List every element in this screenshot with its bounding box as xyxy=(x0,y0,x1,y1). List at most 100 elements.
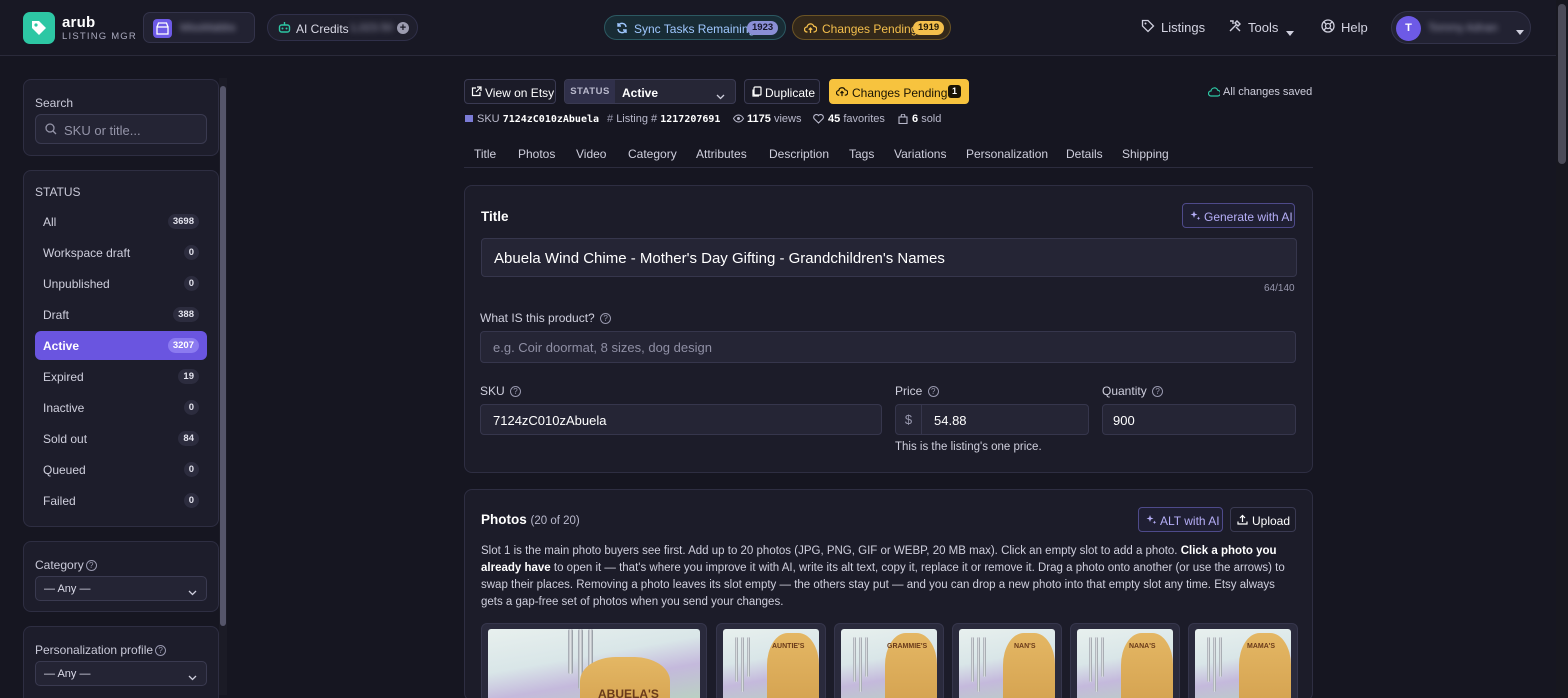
alt-with-ai-button[interactable]: ALT with AI xyxy=(1138,507,1223,532)
status-filter-card: STATUS All 3698 Workspace draft 0 Unpublis… xyxy=(23,170,219,527)
changes-pending-count: 1919 xyxy=(913,21,945,35)
search-card: Search xyxy=(23,79,219,156)
tab-video[interactable]: Video xyxy=(576,147,606,161)
photo-slot-2[interactable]: AUNTIE'S xyxy=(716,623,826,698)
tab-category[interactable]: Category xyxy=(628,147,677,161)
photo-slot-6[interactable]: MAMA'S xyxy=(1188,623,1298,698)
cloud-upload-icon xyxy=(835,86,849,100)
tools-icon xyxy=(1228,19,1242,36)
meta-views-value: 1175 xyxy=(747,113,771,125)
changes-pending-button[interactable]: Changes Pending 1 xyxy=(829,79,969,104)
duplicate-button[interactable]: Duplicate xyxy=(744,79,820,104)
sync-icon xyxy=(616,22,628,37)
sync-tasks-pill[interactable]: Sync Tasks Remaining 1923 xyxy=(604,15,786,40)
photo-slot-3[interactable]: GRAMMIE'S xyxy=(834,623,944,698)
generate-with-ai-button[interactable]: Generate with AI xyxy=(1182,203,1295,228)
meta-sold-value: 6 xyxy=(912,113,919,125)
brand-name: arub xyxy=(62,14,96,31)
search-field[interactable] xyxy=(35,114,207,144)
brand-subtitle: LISTING MGR xyxy=(62,31,137,42)
what-is-product-input[interactable]: e.g. Coir doormat, 8 sizes, dog design xyxy=(480,331,1296,363)
help-icon[interactable]: ? xyxy=(600,313,612,324)
tab-attributes[interactable]: Attributes xyxy=(696,147,747,161)
generate-with-ai-label: Generate with AI xyxy=(1204,210,1293,224)
photo-caption: GRAMMIE'S xyxy=(887,643,928,650)
status-label: Queued xyxy=(43,463,86,477)
user-menu[interactable]: T Tommy Adnan xyxy=(1391,11,1531,44)
price-input[interactable]: $ 54.88 xyxy=(895,404,1089,435)
photo-slot-1[interactable]: ABUELA'S xyxy=(481,623,707,698)
personalization-label: Personalization profile? xyxy=(35,643,167,657)
ai-credits-label: AI Credits xyxy=(296,22,349,36)
category-filter-card: Category? — Any — xyxy=(23,541,219,612)
photo-caption: NAN'S xyxy=(1014,643,1036,650)
tag-icon xyxy=(1141,19,1155,36)
status-select[interactable]: STATUS Active xyxy=(564,79,736,104)
status-item-queued[interactable]: Queued 0 xyxy=(35,455,207,484)
sku-input-value: 7124zC010zAbuela xyxy=(493,413,607,428)
status-label: Sold out xyxy=(43,432,88,446)
photos-instructions: Slot 1 is the main photo buyers see firs… xyxy=(481,543,1299,611)
category-label: Category? xyxy=(35,558,97,572)
chevron-down-icon xyxy=(188,670,197,684)
photo-image: AUNTIE'S xyxy=(723,629,819,698)
sku-label: SKU ? xyxy=(480,384,522,398)
status-item-all[interactable]: All 3698 xyxy=(35,207,207,236)
help-icon[interactable]: ? xyxy=(1152,386,1164,397)
tab-variations[interactable]: Variations xyxy=(894,147,946,161)
tab-shipping[interactable]: Shipping xyxy=(1122,147,1169,161)
sidebar-scrollbar[interactable] xyxy=(219,78,227,695)
upload-button[interactable]: Upload xyxy=(1230,507,1296,532)
meta-sku-label: SKU xyxy=(477,113,500,125)
shop-switcher[interactable]: MissMabbs xyxy=(143,12,255,43)
add-credits-plus-icon[interactable]: + xyxy=(397,22,409,34)
quantity-input[interactable]: 900 xyxy=(1102,404,1296,435)
ai-credits-pill[interactable]: AI Credits 1,023.50 + xyxy=(267,14,418,41)
status-item-failed[interactable]: Failed 0 xyxy=(35,486,207,515)
tab-tags[interactable]: Tags xyxy=(849,147,874,161)
photo-image: GRAMMIE'S xyxy=(841,629,937,698)
save-status-text: All changes saved xyxy=(1223,86,1313,98)
help-icon[interactable]: ? xyxy=(510,386,522,397)
sku-input[interactable]: 7124zC010zAbuela xyxy=(480,404,882,435)
title-input[interactable]: Abuela Wind Chime - Mother's Day Gifting… xyxy=(481,238,1297,277)
tab-photos[interactable]: Photos xyxy=(518,147,555,161)
logo-tag-icon[interactable] xyxy=(23,12,55,44)
status-item-active[interactable]: Active 3207 xyxy=(35,331,207,360)
status-item-workspace-draft[interactable]: Workspace draft 0 xyxy=(35,238,207,267)
tab-details[interactable]: Details xyxy=(1066,147,1103,161)
tab-personalization[interactable]: Personalization xyxy=(966,147,1048,161)
category-select[interactable]: — Any — xyxy=(35,576,207,601)
title-input-value: Abuela Wind Chime - Mother's Day Gifting… xyxy=(494,250,945,267)
help-icon[interactable]: ? xyxy=(155,645,167,656)
cloud-check-icon xyxy=(1207,87,1222,100)
top-bar: arub LISTING MGR MissMabbs AI Credits 1,… xyxy=(0,0,1556,56)
robot-icon xyxy=(278,21,291,37)
page-scrollbar-thumb[interactable] xyxy=(1558,4,1566,164)
status-item-inactive[interactable]: Inactive 0 xyxy=(35,393,207,422)
price-helper-text: This is the listing's one price. xyxy=(895,441,1042,453)
upload-icon xyxy=(1237,514,1248,528)
status-item-unpublished[interactable]: Unpublished 0 xyxy=(35,269,207,298)
search-input[interactable] xyxy=(64,121,204,139)
photo-slot-4[interactable]: NAN'S xyxy=(952,623,1062,698)
tab-title[interactable]: Title xyxy=(474,147,496,161)
help-icon[interactable]: ? xyxy=(85,560,97,571)
status-item-sold-out[interactable]: Sold out 84 xyxy=(35,424,207,453)
tab-description[interactable]: Description xyxy=(769,147,829,161)
view-on-etsy-button[interactable]: View on Etsy xyxy=(464,79,556,104)
help-icon[interactable]: ? xyxy=(927,386,939,397)
status-label: All xyxy=(43,215,57,229)
status-item-draft[interactable]: Draft 388 xyxy=(35,300,207,329)
page-scrollbar[interactable] xyxy=(1556,0,1568,698)
photo-image: NAN'S xyxy=(959,629,1055,698)
shop-icon xyxy=(153,19,172,38)
status-item-expired[interactable]: Expired 19 xyxy=(35,362,207,391)
personalization-select[interactable]: — Any — xyxy=(35,661,207,686)
photo-slot-5[interactable]: NANA'S xyxy=(1070,623,1180,698)
photos-desc-part-2: to open it — that's where you improve it… xyxy=(481,562,1285,608)
personalization-label-text: Personalization profile xyxy=(35,643,154,657)
changes-pending-pill[interactable]: Changes Pending 1919 xyxy=(792,15,951,40)
sidebar-scrollbar-thumb[interactable] xyxy=(220,86,226,626)
changes-pending-button-label: Changes Pending xyxy=(852,86,948,100)
